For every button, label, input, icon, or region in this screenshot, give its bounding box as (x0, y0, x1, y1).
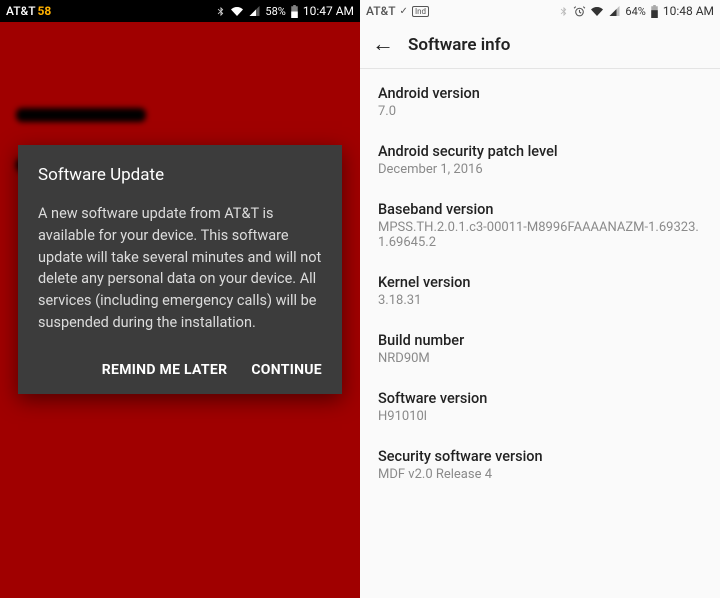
check-icon: ✓ (400, 6, 408, 17)
info-item-security-patch[interactable]: Android security patch level December 1,… (360, 131, 720, 189)
info-label: Android security patch level (378, 143, 702, 160)
info-value: NRD90M (378, 351, 702, 366)
info-item-baseband[interactable]: Baseband version MPSS.TH.2.0.1.c3-00011-… (360, 189, 720, 262)
info-item-security-software-version[interactable]: Security software version MDF v2.0 Relea… (360, 436, 720, 494)
page-title: Software info (408, 35, 510, 55)
clock-time: 10:47 AM (303, 4, 354, 18)
battery-percent: 64% (625, 5, 645, 18)
software-info-list: Android version 7.0 Android security pat… (360, 69, 720, 498)
info-value: H91010l (378, 409, 702, 424)
right-screenshot: AT&T ✓ Ind 64% (360, 0, 720, 598)
bluetooth-icon (558, 5, 569, 18)
info-item-android-version[interactable]: Android version 7.0 (360, 73, 720, 131)
info-label: Build number (378, 332, 702, 349)
status-bar-right: AT&T ✓ Ind 64% (360, 0, 720, 22)
battery-percent: 58% (265, 5, 285, 18)
info-label: Baseband version (378, 201, 702, 218)
clock-time: 10:48 AM (663, 4, 714, 18)
wifi-icon (230, 5, 244, 17)
signal-icon (608, 5, 621, 17)
app-bar: ← Software info (360, 22, 720, 68)
info-item-kernel[interactable]: Kernel version 3.18.31 (360, 262, 720, 320)
carrier-label: AT&T58 (6, 4, 51, 18)
battery-icon (650, 5, 659, 18)
info-value: MPSS.TH.2.0.1.c3-00011-M8996FAAAANAZM-1.… (378, 220, 702, 250)
info-label: Kernel version (378, 274, 702, 291)
battery-icon (290, 5, 299, 18)
left-screenshot: AT&T58 58% 10:47 AM (0, 0, 360, 598)
info-value: December 1, 2016 (378, 162, 702, 177)
wifi-icon (590, 5, 604, 17)
remind-later-button[interactable]: REMIND ME LATER (102, 362, 228, 378)
bluetooth-icon (215, 5, 226, 18)
continue-button[interactable]: CONTINUE (251, 362, 322, 378)
software-update-dialog: Software Update A new software update fr… (18, 145, 342, 394)
alarm-icon (573, 5, 586, 18)
signal-icon (248, 5, 261, 17)
info-label: Android version (378, 85, 702, 102)
carrier-label: AT&T (366, 4, 396, 18)
dialog-body: A new software update from AT&T is avail… (38, 203, 322, 334)
info-value: MDF v2.0 Release 4 (378, 467, 702, 482)
info-value: 3.18.31 (378, 293, 702, 308)
indicator-icon: Ind (412, 6, 429, 17)
back-icon[interactable]: ← (372, 34, 394, 56)
info-item-build-number[interactable]: Build number NRD90M (360, 320, 720, 378)
status-bar-left: AT&T58 58% 10:47 AM (0, 0, 360, 22)
info-label: Security software version (378, 448, 702, 465)
info-item-software-version[interactable]: Software version H91010l (360, 378, 720, 436)
info-value: 7.0 (378, 104, 702, 119)
dialog-title: Software Update (38, 165, 322, 185)
info-label: Software version (378, 390, 702, 407)
